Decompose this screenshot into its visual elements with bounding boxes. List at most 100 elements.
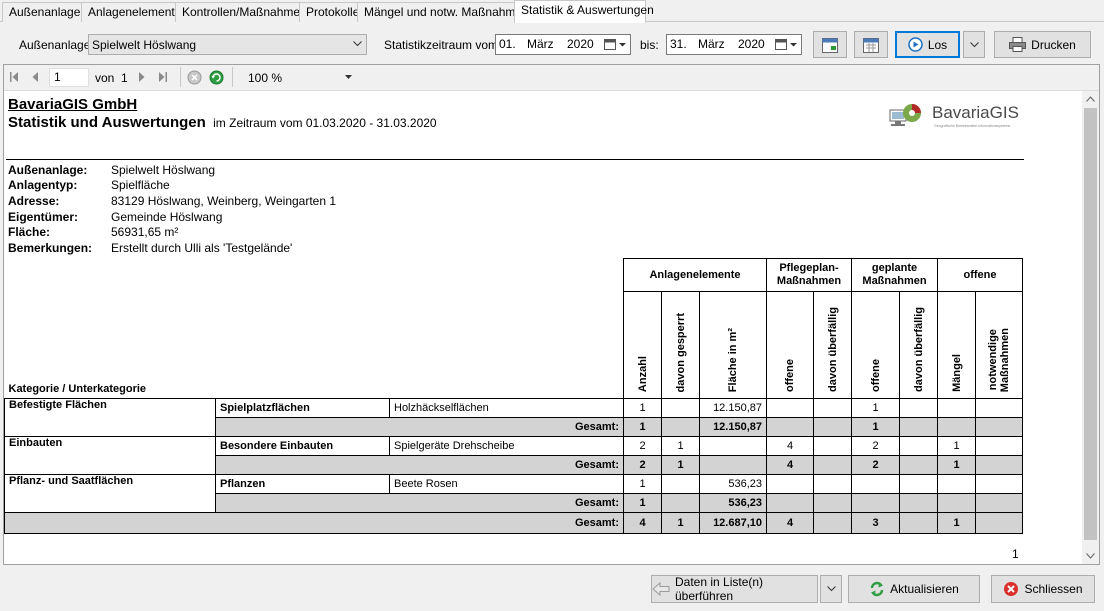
to-year[interactable]: 2020 xyxy=(738,35,765,54)
cell-flaeche xyxy=(699,436,767,456)
report-page: BavariaGIS GmbH Statistik und Auswertung… xyxy=(4,91,1082,564)
cell-anzahl: 2 xyxy=(623,455,662,475)
los-dropdown-button[interactable] xyxy=(963,31,985,58)
schliessen-button[interactable]: Schliessen xyxy=(991,575,1095,603)
cell-pp-ueber xyxy=(813,436,852,456)
sub-flaeche: Fläche in m² xyxy=(727,327,739,392)
cell-gp-offene: 1 xyxy=(851,417,900,437)
tab-aussenanlagen[interactable]: Außenanlagen xyxy=(2,2,87,22)
drucken-button[interactable]: Drucken xyxy=(994,31,1091,58)
report-title: Statistik und Auswertungen xyxy=(8,114,206,131)
los-button[interactable]: Los xyxy=(895,31,960,58)
from-year[interactable]: 2020 xyxy=(567,35,594,54)
zeitraum-label: Statistikzeitraum vom: xyxy=(384,38,502,52)
tab-statistik[interactable]: Statistik & Auswertungen xyxy=(514,0,654,23)
calendar-year-icon xyxy=(863,37,879,53)
cell-gp-offene xyxy=(851,493,900,513)
cell-anzahl: 1 xyxy=(623,417,662,437)
table-row: Einbauten Besondere Einbauten Spielgerät… xyxy=(4,436,1023,475)
aktualisieren-button[interactable]: Aktualisieren xyxy=(848,575,980,603)
group-geplante-line1: geplante xyxy=(871,262,918,274)
page-input[interactable]: 1 xyxy=(49,68,89,87)
daten-ueberfuehren-button[interactable]: Daten in Liste(n) überführen xyxy=(651,575,818,603)
cell-flaeche: 12.687,10 xyxy=(699,512,767,534)
von-label: von xyxy=(95,71,115,85)
cell-anzahl: 1 xyxy=(623,398,662,418)
logo-icon xyxy=(889,104,921,126)
info-value: Spielfläche xyxy=(111,178,170,192)
cell-gesperrt xyxy=(661,474,700,494)
info-value: Gemeinde Höslwang xyxy=(111,210,223,224)
cell-kategorie: Pflanz- und Saatflächen xyxy=(4,474,216,513)
info-label: Bemerkungen: xyxy=(8,241,93,255)
bis-label: bis: xyxy=(640,38,659,52)
zoom-select[interactable]: 100 % xyxy=(242,68,356,87)
cell-gesperrt xyxy=(661,417,700,437)
cell-element: Spielgeräte Drehscheibe xyxy=(389,436,624,456)
from-month[interactable]: März xyxy=(527,35,554,54)
aussenanlage-select[interactable]: Spielwelt Höslwang xyxy=(88,34,367,55)
from-day[interactable]: 01. xyxy=(499,35,516,54)
drucken-label: Drucken xyxy=(1031,37,1076,52)
cell-pp-offene: 4 xyxy=(766,512,814,534)
cell-anzahl: 1 xyxy=(623,493,662,513)
stop-icon[interactable] xyxy=(187,70,202,85)
tab-anlagenelemente[interactable]: Anlagenelemente xyxy=(81,2,181,22)
cell-pp-offene xyxy=(766,398,814,418)
cell-gesperrt: 1 xyxy=(661,436,700,456)
cell-anzahl: 4 xyxy=(623,512,662,534)
refresh-icon xyxy=(869,581,885,597)
cell-flaeche: 12.150,87 xyxy=(699,398,767,418)
to-day[interactable]: 31. xyxy=(670,35,687,54)
col-kategorie: Kategorie / Unterkategorie xyxy=(4,258,624,399)
calendar-icon[interactable] xyxy=(604,38,628,51)
info-label: Anlagentyp: xyxy=(8,178,78,192)
printer-icon xyxy=(1009,37,1027,52)
cell-unterkategorie: Besondere Einbauten xyxy=(215,436,390,456)
date-to-picker[interactable]: 31. März 2020 xyxy=(666,34,802,55)
daten-dropdown-button[interactable] xyxy=(820,575,842,603)
report-heading: Statistik und Auswertungen im Zeitraum v… xyxy=(8,114,437,132)
cell-gesperrt xyxy=(661,398,700,418)
month-calendar-button[interactable] xyxy=(813,31,847,58)
info-label: Adresse: xyxy=(8,194,60,208)
cell-notw xyxy=(975,474,1023,494)
to-month[interactable]: März xyxy=(698,35,725,54)
cell-pp-offene: 4 xyxy=(766,436,814,456)
prev-page-icon[interactable] xyxy=(32,72,39,82)
cell-pp-ueber xyxy=(813,398,852,418)
cell-flaeche: 536,23 xyxy=(699,493,767,513)
cell-gp-offene xyxy=(851,474,900,494)
bavariagis-logo: BavariaGIS Geografische Betriebsmittel-I… xyxy=(886,96,1026,136)
report-period: im Zeitraum vom 01.03.2020 - 31.03.2020 xyxy=(213,116,437,130)
group-anlagenelemente: Anlagenelemente xyxy=(623,258,767,292)
next-page-icon[interactable] xyxy=(138,72,145,82)
arrow-left-icon xyxy=(652,582,670,596)
scrollbar-thumb[interactable] xyxy=(1084,108,1097,540)
cell-gesperrt xyxy=(661,493,700,513)
table-row: Befestigte Flächen Spielplatzflächen Hol… xyxy=(4,398,1023,437)
first-page-icon[interactable] xyxy=(10,72,19,82)
info-label: Außenanlage: xyxy=(8,163,88,177)
year-calendar-button[interactable] xyxy=(854,31,888,58)
page-number: 1 xyxy=(1012,547,1019,561)
refresh-icon[interactable] xyxy=(209,70,224,85)
scroll-down-icon[interactable] xyxy=(1086,553,1095,559)
aktualisieren-label: Aktualisieren xyxy=(890,582,959,596)
cell-pp-offene xyxy=(766,493,814,513)
tab-kontrollen[interactable]: Kontrollen/Maßnahmen xyxy=(175,2,307,22)
cell-pp-ueber xyxy=(813,512,852,534)
tab-protokolle[interactable]: Protokolle xyxy=(299,2,359,22)
tab-maengel[interactable]: Mängel und notw. Maßnahmen xyxy=(357,2,529,22)
cell-gp-offene: 1 xyxy=(851,398,900,418)
info-value: 83129 Höslwang, Weinberg, Weingarten 1 xyxy=(111,194,337,208)
group-offene: offene xyxy=(937,258,1023,292)
cell-maengel: 1 xyxy=(937,455,976,475)
last-page-icon[interactable] xyxy=(158,72,167,82)
group-geplante-line2: Maßnahmen xyxy=(862,275,927,287)
date-from-picker[interactable]: 01. März 2020 xyxy=(495,34,631,55)
scroll-up-icon[interactable] xyxy=(1086,96,1095,102)
calendar-icon[interactable] xyxy=(775,38,799,51)
company-name: BavariaGIS GmbH xyxy=(8,96,138,113)
sub-pp-ueberfaellig: davon überfällig xyxy=(826,307,839,392)
